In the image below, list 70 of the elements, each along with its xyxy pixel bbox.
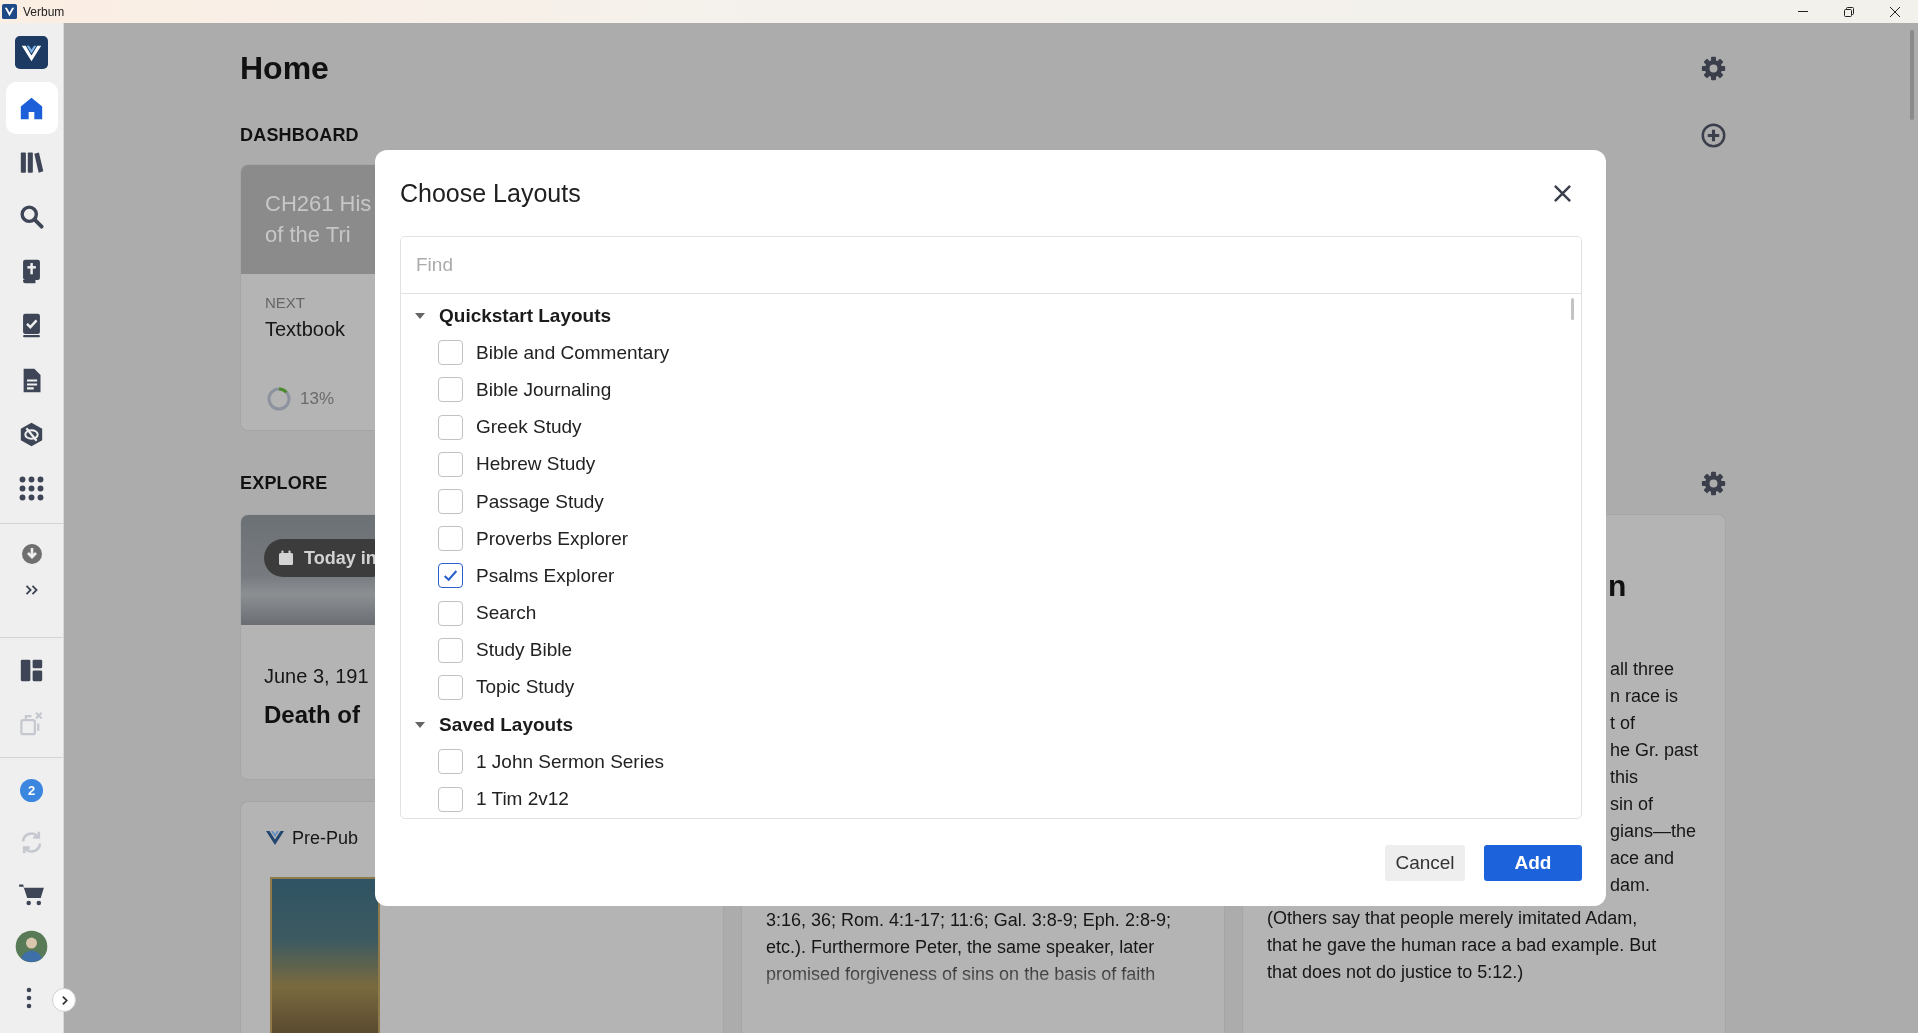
checkbox[interactable] — [438, 749, 463, 775]
checkbox-label[interactable]: Bible Journaling — [476, 378, 612, 401]
restore-icon — [1844, 6, 1854, 17]
add-button[interactable] — [1700, 122, 1726, 148]
checkbox[interactable] — [438, 526, 463, 552]
excerpt-text: (Others say that people merely imitated Adam, that he gave the human race a bad example. But that does not do justice to 5:12.) — [1267, 907, 1657, 984]
eye-slash-shield-icon — [18, 421, 45, 449]
next-item: Textbook — [265, 317, 346, 342]
grid-icon — [18, 475, 45, 503]
section-heading: DASHBOARD — [240, 124, 359, 146]
course-title: CH261 His of the Tri — [265, 190, 372, 249]
notification-badge[interactable]: 2 — [20, 778, 43, 802]
checkbox-label[interactable]: Psalms Explorer — [476, 564, 615, 587]
event-date: June 3, 191 — [264, 664, 369, 689]
checkbox[interactable] — [438, 563, 463, 589]
search-field[interactable]: Find — [401, 237, 1581, 294]
checkbox-label[interactable]: Proverbs Explorer — [476, 527, 629, 550]
checkbox[interactable] — [438, 377, 463, 403]
group-header[interactable]: Quickstart Layouts — [401, 297, 612, 335]
app-logo-icon — [2, 4, 17, 19]
window-title: Verbum — [23, 4, 65, 19]
card-label: Pre-Pub — [292, 827, 359, 849]
settings-button[interactable] — [1700, 470, 1726, 496]
nav-item[interactable] — [5, 82, 58, 135]
scrollbar-thumb[interactable] — [1571, 298, 1574, 320]
add-button[interactable]: Add — [1484, 845, 1582, 881]
logo-icon — [266, 831, 284, 845]
progress-percent: 13% — [300, 389, 335, 409]
download-icon — [19, 542, 44, 567]
card-title: n — [1608, 568, 1627, 604]
checkbox-label[interactable]: Greek Study — [476, 416, 582, 439]
checkbox[interactable] — [438, 451, 463, 477]
checkbox[interactable] — [438, 786, 463, 812]
calendar-icon — [278, 550, 294, 566]
section-heading: EXPLORE — [240, 472, 328, 494]
checkbox-label[interactable]: Passage Study — [476, 490, 604, 513]
page-title: Home — [240, 49, 329, 88]
excerpt-text: 3:16, 36; Rom. 4:1-17; 11:6; Gal. 3:8-9; Eph. 2:8-9; etc.). Furthermore Peter, the same speaker, later promised forgiveness of sins on the basis of faith — [766, 909, 1171, 986]
cancel-button[interactable]: Cancel — [1385, 845, 1465, 881]
checkbox-label[interactable]: Search — [476, 602, 537, 625]
expand-sidebar-button[interactable] — [52, 988, 76, 1012]
checkbox-label[interactable]: Study Bible — [476, 639, 573, 662]
group-header[interactable]: Saved Layouts — [401, 706, 574, 744]
checkbox[interactable] — [438, 414, 463, 440]
close-icon — [1552, 183, 1572, 203]
search-icon — [18, 203, 45, 231]
checkbox[interactable] — [438, 489, 463, 515]
copy-x-icon — [18, 710, 45, 738]
checkbox-label[interactable]: Bible and Commentary — [476, 341, 670, 364]
dialog-title: Choose Layouts — [400, 178, 581, 208]
checkbox[interactable] — [438, 637, 463, 663]
settings-button[interactable] — [1700, 55, 1726, 81]
settings-icon — [1700, 55, 1726, 81]
more-vertical-icon — [25, 987, 32, 1010]
checkbox[interactable] — [438, 340, 463, 366]
next-label: NEXT — [265, 293, 305, 313]
checkbox-label[interactable]: Hebrew Study — [476, 453, 596, 476]
event-title: Death of — [264, 700, 360, 730]
scrollbar-thumb[interactable] — [1910, 30, 1914, 120]
checkbox[interactable] — [438, 674, 463, 700]
checkbox[interactable] — [438, 600, 463, 626]
excerpt-text: all three n race is t of he Gr. past this sin of gians—the ace and dam. — [1610, 658, 1699, 897]
close-icon — [1890, 6, 1900, 17]
settings-icon — [1700, 470, 1726, 496]
avatar-icon — [15, 929, 48, 963]
app-logo-icon — [15, 36, 48, 69]
minimize-icon — [1798, 11, 1808, 12]
checkbox-label[interactable]: 1 John Sermon Series — [476, 750, 664, 773]
plus-circle-icon — [1700, 122, 1726, 148]
checkbox-label[interactable]: Topic Study — [476, 676, 575, 699]
